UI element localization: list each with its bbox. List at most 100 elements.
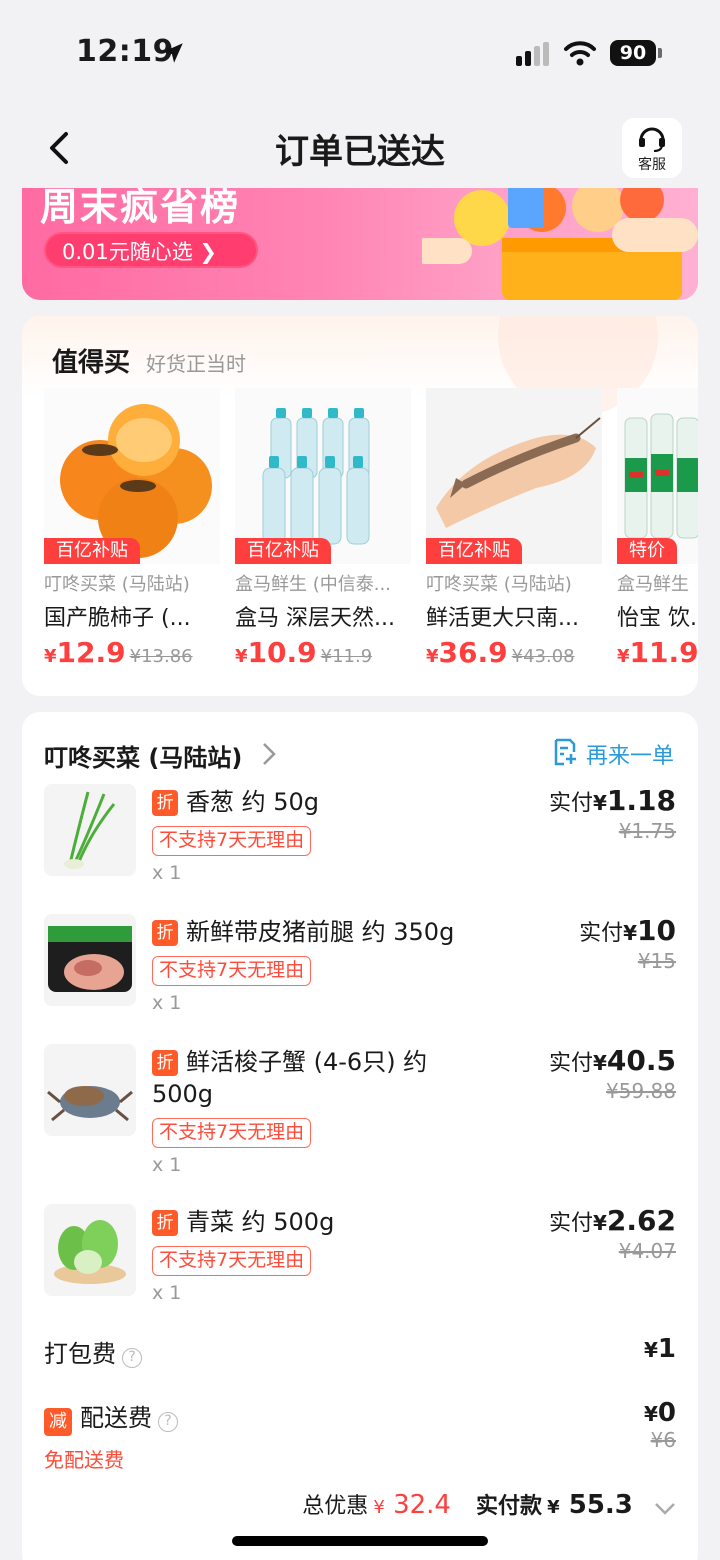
- total-discount-value: 32.4: [393, 1490, 451, 1520]
- delivery-fee-value: ¥0 ¥6: [644, 1398, 676, 1452]
- home-indicator: [232, 1536, 488, 1546]
- pay-label: 实付: [548, 791, 593, 816]
- item-payment: 实付¥10 ¥15: [579, 914, 676, 973]
- pay-value: 2.62: [606, 1204, 676, 1237]
- pay-value: 40.5: [606, 1044, 676, 1077]
- pay-currency: ¥: [592, 791, 607, 815]
- help-icon[interactable]: ?: [158, 1411, 178, 1432]
- pay-currency: ¥: [547, 1497, 560, 1518]
- order-card: 叮咚买菜 (马陆站) 再来一单 折 香葱 约 50g 不支持7天无理由 x 1 …: [22, 712, 698, 1560]
- greens-image: [44, 1204, 136, 1296]
- price-value: 36.9: [438, 636, 508, 669]
- reorder-button[interactable]: 再来一单: [586, 738, 674, 770]
- pay-value: 1.18: [606, 784, 676, 817]
- product-name: 国产脆柿子 (...: [44, 606, 191, 631]
- old-price: ¥4.07: [618, 1239, 676, 1263]
- order-total-row[interactable]: 总优惠 ¥ 32.4 实付款 ¥ 55.3: [44, 1488, 676, 1520]
- recommend-title: 值得买: [52, 348, 131, 378]
- product-card[interactable]: 百亿补贴 叮咚买菜 (马陆站) 鲜活更大只南... ¥36.9 ¥43.08: [426, 388, 602, 669]
- price-value: 10.9: [247, 636, 317, 669]
- pay-currency: ¥: [592, 1051, 607, 1075]
- price-old: ¥11.9: [320, 646, 373, 667]
- price-currency: ¥: [44, 646, 57, 667]
- fee-currency: ¥: [643, 1338, 658, 1362]
- item-name: 香葱 约 50g: [186, 788, 320, 816]
- total-discount-label: 总优惠: [302, 1494, 369, 1519]
- nav-bar: 订单已送达 客服: [0, 100, 720, 188]
- chevron-down-icon[interactable]: [654, 1502, 676, 1516]
- promo-banner[interactable]: 周末疯省榜 0.01元随心选 ❯: [22, 188, 698, 300]
- battery-indicator: 90: [610, 40, 656, 66]
- return-policy-tag: 不支持7天无理由: [152, 956, 312, 986]
- price-old: ¥43.08: [511, 646, 575, 667]
- item-name: 鲜活梭子蟹 (4-6只) 约 500g: [152, 1048, 428, 1108]
- item-quantity: x 1: [152, 992, 182, 1014]
- product-card[interactable]: 百亿补贴 盒马鲜生 (中信泰... 盒马 深层天然... ¥10.9 ¥11.9: [235, 388, 411, 669]
- product-carousel[interactable]: 百亿补贴 叮咚买菜 (马陆站) 国产脆柿子 (... ¥12.9¥13.86: [44, 388, 698, 688]
- scallion-image: [44, 784, 136, 876]
- free-shipping-note: 免配送费: [44, 1447, 124, 1472]
- product-store: 叮咚买菜 (马陆站): [426, 574, 572, 595]
- product-tag: 百亿补贴: [426, 538, 522, 564]
- product-image-bottled-water: 特价: [617, 388, 698, 564]
- item-thumbnail-pork: [44, 914, 136, 1006]
- old-price: ¥59.88: [606, 1079, 676, 1103]
- product-store: 盒马鲜生: [617, 574, 689, 595]
- price-value: 12.9: [56, 636, 126, 669]
- reduce-badge: 减: [44, 1407, 72, 1436]
- crab-image: [44, 1044, 136, 1136]
- item-payment: 实付¥1.18 ¥1.75: [549, 784, 676, 843]
- banner-cta-button[interactable]: 0.01元随心选 ❯: [44, 232, 258, 268]
- product-store: 叮咚买菜 (马陆站): [44, 574, 190, 595]
- price-old: ¥13.86: [129, 646, 193, 667]
- item-thumbnail-greens: [44, 1204, 136, 1296]
- order-item[interactable]: 折 鲜活梭子蟹 (4-6只) 约 500g 不支持7天无理由 x 1 实付¥40…: [44, 1044, 676, 1184]
- old-price: ¥1.75: [618, 819, 676, 843]
- wifi-icon: [564, 41, 596, 66]
- pay-value: 10: [637, 914, 676, 947]
- product-store: 盒马鲜生 (中信泰...: [235, 574, 391, 595]
- product-card[interactable]: 百亿补贴 叮咚买菜 (马陆站) 国产脆柿子 (... ¥12.9 ¥13.86: [44, 388, 220, 669]
- price-currency: ¥: [426, 646, 439, 667]
- order-item[interactable]: 折 新鲜带皮猪前腿 约 350g 不支持7天无理由 x 1 实付¥10 ¥15: [44, 914, 676, 1024]
- help-icon[interactable]: ?: [122, 1347, 142, 1368]
- chevron-right-icon[interactable]: [262, 742, 276, 766]
- pay-label: 实付: [548, 1211, 593, 1236]
- product-image-water: 百亿补贴: [235, 388, 411, 564]
- product-image-shrimp: 百亿补贴: [426, 388, 602, 564]
- product-price: ¥36.9 ¥43.08: [426, 636, 602, 669]
- customer-service-button[interactable]: 客服: [622, 118, 682, 178]
- delivery-fee-old: ¥6: [650, 1428, 676, 1452]
- packing-fee-value: ¥1: [644, 1334, 676, 1364]
- price-currency: ¥: [617, 646, 630, 667]
- product-card[interactable]: 特价 盒马鲜生 怡宝 饮... ¥11.9: [617, 388, 698, 669]
- product-tag: 百亿补贴: [44, 538, 140, 564]
- reorder-icon[interactable]: [552, 738, 578, 766]
- shopping-basket-illustration: [422, 188, 698, 300]
- total-pay-value: 55.3: [568, 1490, 633, 1520]
- old-price: ¥15: [637, 949, 676, 973]
- product-name: 鲜活更大只南...: [426, 606, 579, 631]
- item-name: 新鲜带皮猪前腿 约 350g: [186, 918, 455, 946]
- recommend-subtitle: 好货正当时: [146, 352, 246, 376]
- product-price: ¥12.9 ¥13.86: [44, 636, 220, 669]
- price-currency: ¥: [235, 646, 248, 667]
- item-payment: 实付¥2.62 ¥4.07: [549, 1204, 676, 1263]
- item-name: 青菜 约 500g: [186, 1208, 335, 1236]
- status-bar: 12:19 90: [0, 0, 720, 100]
- pay-currency: ¥: [623, 921, 638, 945]
- discount-currency: ¥: [373, 1497, 385, 1518]
- store-name[interactable]: 叮咚买菜 (马陆站): [44, 738, 242, 773]
- product-tag: 百亿补贴: [235, 538, 331, 564]
- order-item[interactable]: 折 香葱 约 50g 不支持7天无理由 x 1 实付¥1.18 ¥1.75: [44, 784, 676, 894]
- product-image-persimmon: 百亿补贴: [44, 388, 220, 564]
- discount-badge: 折: [152, 920, 178, 946]
- banner-title: 周末疯省榜: [40, 188, 241, 229]
- discount-badge: 折: [152, 790, 178, 816]
- item-thumbnail-crab: [44, 1044, 136, 1136]
- delivery-fee-label: 配送费: [80, 1404, 152, 1432]
- headset-icon: [639, 127, 665, 152]
- order-item[interactable]: 折 青菜 约 500g 不支持7天无理由 x 1 实付¥2.62 ¥4.07: [44, 1204, 676, 1314]
- return-policy-tag: 不支持7天无理由: [152, 1246, 312, 1276]
- fee-amount: 0: [657, 1398, 676, 1428]
